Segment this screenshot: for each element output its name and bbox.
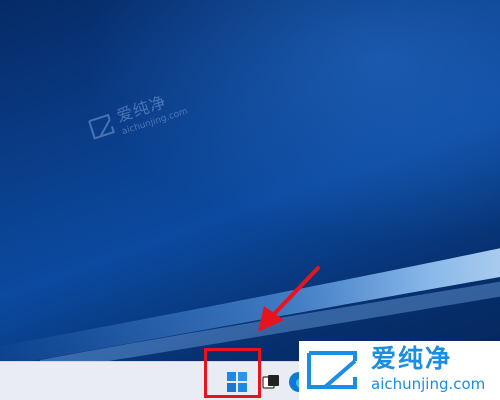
desktop-watermark: 爱纯净 aichunjing.com [86,92,189,146]
task-view-icon [262,375,279,389]
logo-domain: aichunjing.com [371,375,486,393]
red-pointer-arrow [258,266,320,332]
logo-mark-icon [307,351,357,389]
windows-logo-icon [227,372,247,392]
task-view-button[interactable] [262,374,280,390]
desktop-wallpaper: 爱纯净 aichunjing.com [0,0,500,361]
logo-title: 爱纯净 [371,344,453,373]
site-logo: 爱纯净 aichunjing.com [299,341,500,400]
start-button[interactable] [226,371,248,393]
screen: 爱纯净 aichunjing.com 爱纯净 aichunjing.com [0,0,500,400]
